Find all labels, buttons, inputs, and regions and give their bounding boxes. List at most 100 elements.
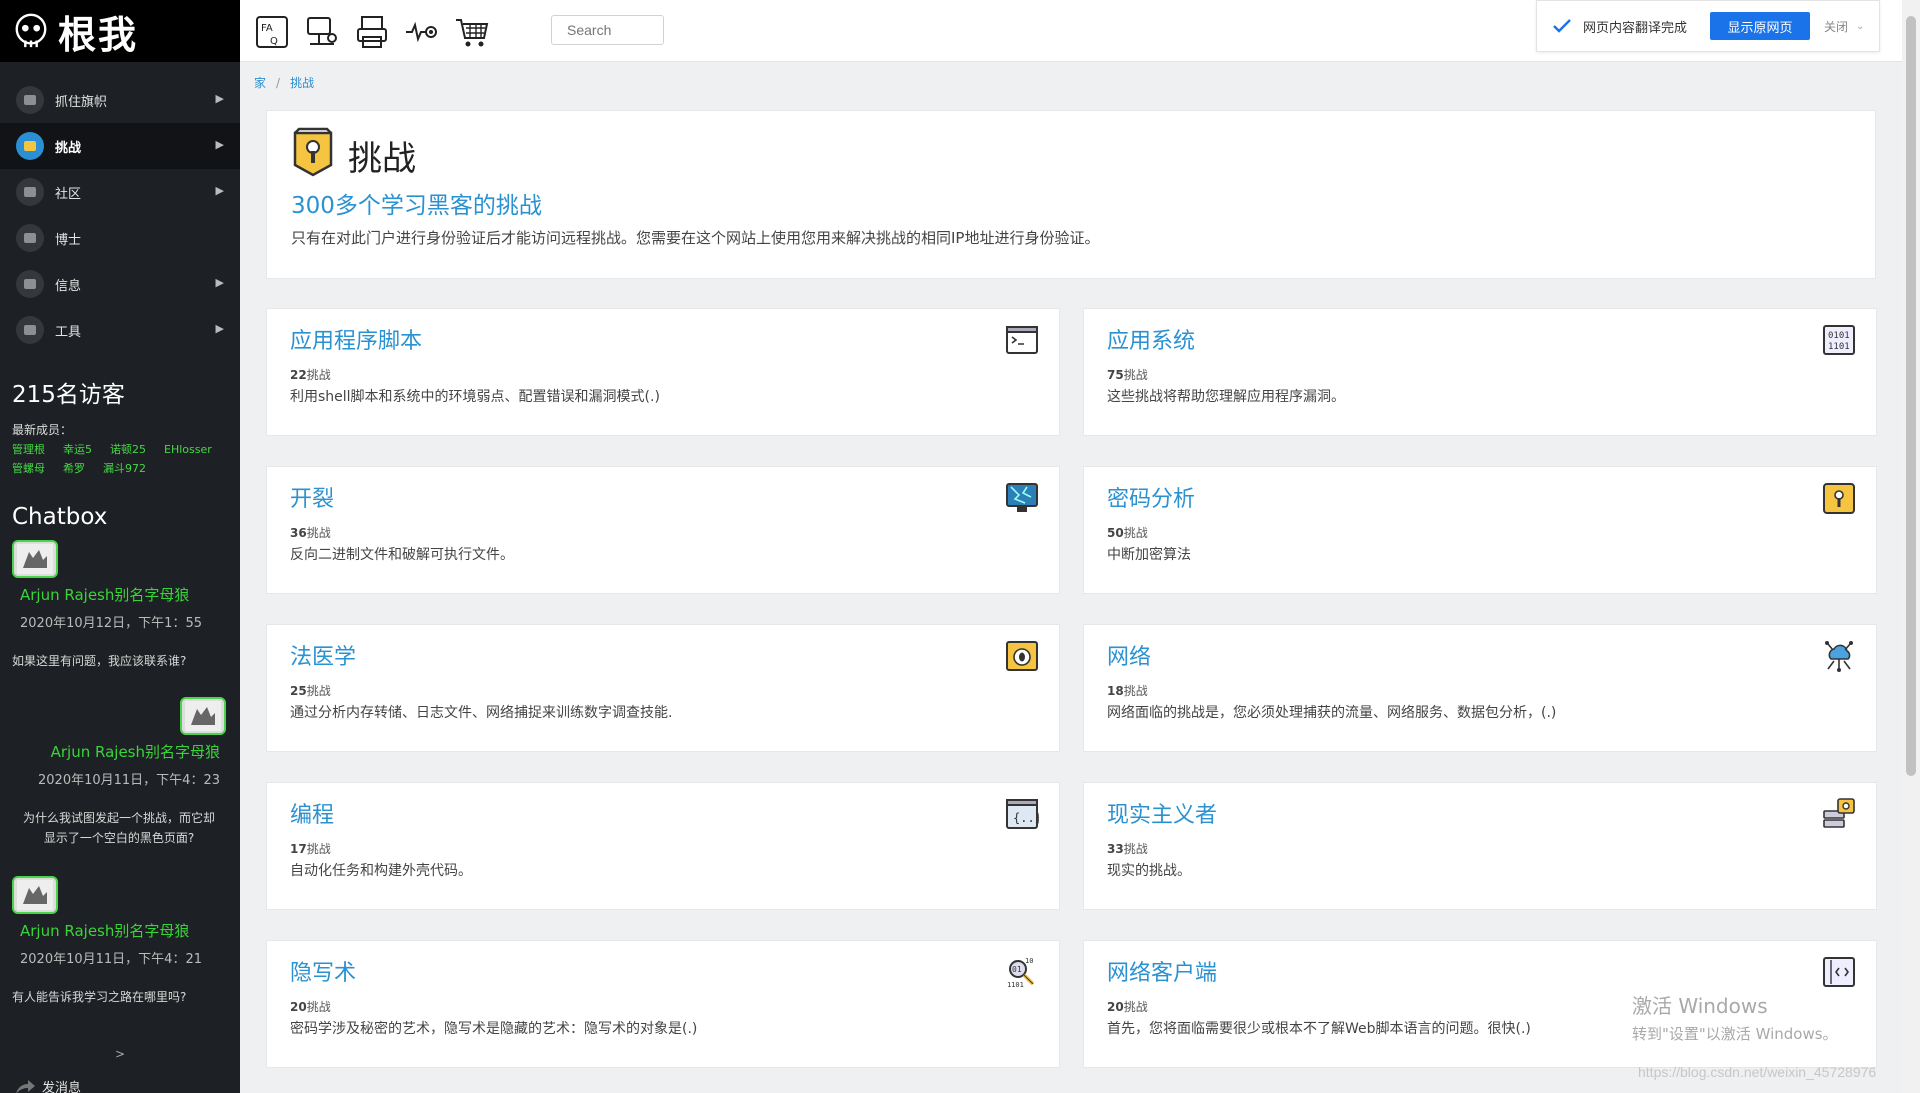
svg-text:0101: 0101: [1828, 331, 1850, 341]
category-card-cryptanalysis[interactable]: 密码分析 50挑战 中断加密算法: [1083, 466, 1877, 594]
category-description: 自动化任务和构建外壳代码。: [290, 863, 472, 879]
challenge-count-unit: 挑战: [1123, 684, 1148, 698]
category-title[interactable]: 法医学: [290, 639, 356, 671]
chat-text: 有人能告诉我学习之路在哪里吗?: [12, 990, 187, 1004]
search-input[interactable]: [551, 15, 664, 45]
member-link[interactable]: 管理根: [12, 440, 45, 459]
category-card-forensics[interactable]: 法医学 25挑战 通过分析内存转储、日志文件、网络捕捉来训练数字调查技能.: [266, 624, 1060, 752]
chat-more-link[interactable]: >: [0, 1047, 240, 1061]
chatbox-title: Chatbox: [12, 504, 108, 530]
printer-document-icon[interactable]: [354, 14, 390, 50]
category-description: 利用shell脚本和系统中的环境弱点、配置错误和漏洞模式(.): [290, 389, 660, 405]
category-card-cracking[interactable]: 开裂 36挑战 反向二进制文件和破解可执行文件。: [266, 466, 1060, 594]
category-card-network[interactable]: 网络 18挑战 网络面临的挑战是，您必须处理捕获的流量、网络服务、数据包分析，(…: [1083, 624, 1877, 752]
breadcrumb-current[interactable]: 挑战: [290, 76, 314, 90]
sidebar-item-info[interactable]: 信息 ▶: [0, 261, 240, 307]
send-message-button[interactable]: 发消息: [0, 1077, 240, 1093]
sidebar-item-tools[interactable]: 工具 ▶: [0, 307, 240, 353]
category-description: 密码学涉及秘密的艺术，隐写术是隐藏的艺术：隐写术的对象是(.): [290, 1021, 698, 1037]
lock-icon: [16, 132, 44, 160]
category-title[interactable]: 密码分析: [1107, 481, 1195, 513]
challenge-count-number: 20: [1107, 1000, 1124, 1014]
category-title[interactable]: 开裂: [290, 481, 334, 513]
breadcrumb: 家 / 挑战: [254, 74, 314, 91]
signal-wave-icon[interactable]: [404, 14, 440, 50]
challenge-count-unit: 挑战: [1123, 1000, 1148, 1014]
shopping-cart-icon[interactable]: [454, 14, 490, 50]
category-title[interactable]: 网络客户端: [1107, 955, 1217, 987]
svg-text:FA: FA: [261, 23, 273, 34]
category-description: 首先，您将面临需要很少或根本不了解Web脚本语言的问题。很快(.): [1107, 1021, 1531, 1037]
lock-icon: [1823, 483, 1855, 514]
sidebar-nav: 抓住旗帜 ▶ 挑战 ▶ 社区 ▶ 博士 信息 ▶ 工具 ▶: [0, 77, 240, 353]
skull-logo-icon: [15, 13, 47, 48]
chevron-right-icon: ▶: [215, 184, 224, 197]
category-title[interactable]: 网络: [1107, 639, 1151, 671]
challenge-count-number: 75: [1107, 368, 1124, 382]
member-link[interactable]: 诺顿25: [110, 440, 146, 459]
faq-icon[interactable]: FA Q: [254, 14, 290, 50]
category-card-realist[interactable]: 现实主义者 33挑战 现实的挑战。: [1083, 782, 1877, 910]
challenge-count: 25挑战: [290, 682, 331, 699]
page-subtitle: 300多个学习黑客的挑战: [291, 193, 542, 219]
category-card-app-system[interactable]: 应用系统 75挑战 这些挑战将帮助您理解应用程序漏洞。 0101 1101: [1083, 308, 1877, 436]
avatar[interactable]: [12, 876, 58, 914]
member-link[interactable]: 幸运5: [63, 440, 92, 459]
sidebar-item-community[interactable]: 社区 ▶: [0, 169, 240, 215]
challenge-count-number: 50: [1107, 526, 1124, 540]
member-link[interactable]: 管螺母: [12, 459, 45, 478]
avatar[interactable]: [12, 540, 58, 578]
visitors-panel: 215名访客 最新成员： 管理根 幸运5 诺顿25 EHlosser 管螺母 希…: [0, 375, 240, 478]
category-card-app-script[interactable]: 应用程序脚本 22挑战 利用shell脚本和系统中的环境弱点、配置错误和漏洞模式…: [266, 308, 1060, 436]
category-description: 现实的挑战。: [1107, 863, 1191, 879]
svg-text:{..}: {..}: [1013, 811, 1039, 825]
url-watermark: https://blog.csdn.net/weixin_45728976: [1638, 1064, 1877, 1080]
challenge-count: 18挑战: [1107, 682, 1148, 699]
chevron-down-icon[interactable]: ⌄: [1856, 21, 1864, 32]
sidebar-item-challenges[interactable]: 挑战 ▶: [0, 123, 240, 169]
sidebar: 根我 抓住旗帜 ▶ 挑战 ▶ 社区 ▶ 博士 信息 ▶ 工具 ▶ 215名访客 …: [0, 0, 240, 1093]
category-description: 这些挑战将帮助您理解应用程序漏洞。: [1107, 389, 1345, 405]
sidebar-item-ctf[interactable]: 抓住旗帜 ▶: [0, 77, 240, 123]
challenge-count-unit: 挑战: [306, 684, 331, 698]
chat-author[interactable]: Arjun Rajesh别名字母狼: [0, 741, 226, 762]
challenge-count-number: 33: [1107, 842, 1124, 856]
show-original-button[interactable]: 显示原网页: [1710, 12, 1811, 40]
avatar[interactable]: [180, 697, 226, 735]
chat-author[interactable]: Arjun Rajesh别名字母狼: [12, 584, 240, 605]
category-title[interactable]: 隐写术: [290, 955, 356, 987]
chat-timestamp: 2020年10月12日，下午1：55: [20, 616, 202, 631]
category-title[interactable]: 现实主义者: [1107, 797, 1217, 829]
challenge-count: 50挑战: [1107, 524, 1148, 541]
info-icon: [16, 270, 44, 298]
category-title[interactable]: 应用程序脚本: [290, 323, 422, 355]
category-card-steganography[interactable]: 隐写术 20挑战 密码学涉及秘密的艺术，隐写术是隐藏的艺术：隐写术的对象是(.)…: [266, 940, 1060, 1068]
network-computer-icon[interactable]: [304, 14, 340, 50]
watermark-line-2: 转到"设置"以激活 Windows。: [1632, 1025, 1838, 1043]
category-title[interactable]: 编程: [290, 797, 334, 829]
wolf-avatar-icon: [17, 880, 53, 910]
challenge-count-unit: 挑战: [306, 368, 331, 382]
logo[interactable]: 根我: [0, 0, 240, 62]
sidebar-item-blog[interactable]: 博士: [0, 215, 240, 261]
windows-activation-watermark: 激活 Windows 转到"设置"以激活 Windows。: [1632, 990, 1838, 1044]
member-link[interactable]: 希罗: [63, 459, 85, 478]
challenge-count-unit: 挑战: [1123, 526, 1148, 540]
challenge-count-number: 25: [290, 684, 307, 698]
chat-author[interactable]: Arjun Rajesh别名字母狼: [12, 920, 240, 941]
chevron-right-icon: ▶: [215, 322, 224, 335]
wolf-avatar-icon: [185, 701, 221, 731]
svg-text:1101: 1101: [1007, 981, 1024, 989]
vertical-scrollbar[interactable]: [1902, 0, 1920, 1093]
member-link[interactable]: EHlosser: [164, 440, 212, 459]
breadcrumb-home[interactable]: 家: [254, 76, 266, 90]
scrollbar-thumb[interactable]: [1906, 16, 1916, 776]
page-title: 挑战: [348, 139, 416, 179]
member-link[interactable]: 漏斗972: [103, 459, 146, 478]
category-title[interactable]: 应用系统: [1107, 323, 1195, 355]
visitors-count: 215名访客: [12, 382, 125, 408]
category-card-programming[interactable]: 编程 17挑战 自动化任务和构建外壳代码。 {..}: [266, 782, 1060, 910]
category-description: 反向二进制文件和破解可执行文件。: [290, 547, 514, 563]
close-translation-button[interactable]: 关闭: [1824, 18, 1848, 35]
web-code-icon: [1823, 957, 1855, 987]
